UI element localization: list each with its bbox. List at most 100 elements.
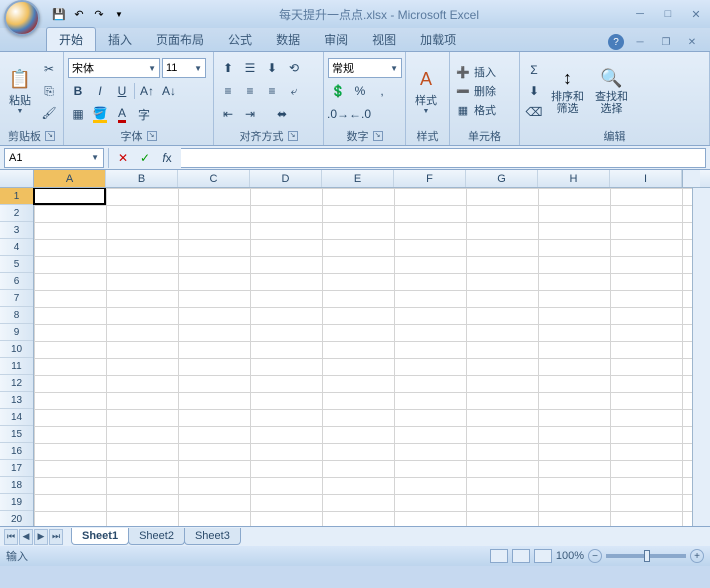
- close-button[interactable]: ✕: [686, 5, 706, 23]
- align-left-button[interactable]: ≡: [218, 81, 238, 101]
- shrink-font-button[interactable]: A↓: [159, 81, 179, 101]
- row-header[interactable]: 14: [0, 409, 33, 426]
- italic-button[interactable]: I: [90, 81, 110, 101]
- align-center-button[interactable]: ≡: [240, 81, 260, 101]
- font-name-combo[interactable]: 宋体▼: [68, 58, 160, 78]
- page-layout-view-button[interactable]: [512, 549, 530, 563]
- clear-button[interactable]: ⌫: [524, 102, 544, 122]
- tab-view[interactable]: 视图: [360, 28, 408, 51]
- page-break-view-button[interactable]: [534, 549, 552, 563]
- zoom-level[interactable]: 100%: [556, 550, 584, 562]
- copy-icon[interactable]: ⎘: [39, 81, 59, 101]
- sheet-nav-next[interactable]: ▶: [34, 529, 48, 545]
- format-painter-icon[interactable]: 🖌: [39, 103, 59, 123]
- paste-button[interactable]: 📋 粘贴 ▼: [4, 55, 36, 127]
- align-bottom-button[interactable]: ⬇: [262, 58, 282, 78]
- merge-center-button[interactable]: ⬌: [262, 104, 302, 124]
- row-header[interactable]: 8: [0, 307, 33, 324]
- row-header[interactable]: 13: [0, 392, 33, 409]
- align-top-button[interactable]: ⬆: [218, 58, 238, 78]
- tab-page-layout[interactable]: 页面布局: [144, 28, 216, 51]
- orientation-button[interactable]: ⟲: [284, 58, 304, 78]
- redo-icon[interactable]: ↷: [90, 5, 108, 23]
- cut-icon[interactable]: ✂: [39, 59, 59, 79]
- font-size-combo[interactable]: 11▼: [162, 58, 206, 78]
- sort-filter-button[interactable]: ↕ 排序和 筛选: [547, 55, 588, 127]
- zoom-out-button[interactable]: −: [588, 549, 602, 563]
- insert-function-button[interactable]: fx: [157, 148, 177, 168]
- sheet-tab[interactable]: Sheet3: [184, 528, 241, 545]
- tab-insert[interactable]: 插入: [96, 28, 144, 51]
- maximize-button[interactable]: □: [658, 5, 678, 23]
- row-header[interactable]: 6: [0, 273, 33, 290]
- row-header[interactable]: 15: [0, 426, 33, 443]
- increase-indent-button[interactable]: ⇥: [240, 104, 260, 124]
- column-header[interactable]: F: [394, 170, 466, 187]
- align-middle-button[interactable]: ☰: [240, 58, 260, 78]
- workbook-restore-button[interactable]: ❐: [656, 33, 676, 51]
- enter-formula-button[interactable]: ✓: [135, 148, 155, 168]
- select-all-button[interactable]: [0, 170, 34, 187]
- vertical-scrollbar[interactable]: [692, 188, 710, 526]
- minimize-button[interactable]: ─: [630, 5, 650, 23]
- underline-button[interactable]: U: [112, 81, 132, 101]
- save-icon[interactable]: 💾: [50, 5, 68, 23]
- sheet-nav-first[interactable]: ⏮: [4, 529, 18, 545]
- clipboard-launcher[interactable]: ↘: [45, 131, 55, 141]
- row-header[interactable]: 12: [0, 375, 33, 392]
- number-launcher[interactable]: ↘: [373, 131, 383, 141]
- row-header[interactable]: 16: [0, 443, 33, 460]
- row-header[interactable]: 5: [0, 256, 33, 273]
- tab-addins[interactable]: 加载项: [408, 28, 468, 51]
- sheet-nav-last[interactable]: ⏭: [49, 529, 63, 545]
- row-header[interactable]: 19: [0, 494, 33, 511]
- zoom-thumb[interactable]: [644, 550, 650, 562]
- delete-cells-button[interactable]: ➖删除: [454, 82, 498, 100]
- column-header[interactable]: I: [610, 170, 682, 187]
- zoom-slider[interactable]: [606, 554, 686, 558]
- zoom-in-button[interactable]: +: [690, 549, 704, 563]
- row-header[interactable]: 18: [0, 477, 33, 494]
- alignment-launcher[interactable]: ↘: [288, 131, 298, 141]
- format-cells-button[interactable]: ▦格式: [454, 101, 498, 119]
- bold-button[interactable]: B: [68, 81, 88, 101]
- align-right-button[interactable]: ≡: [262, 81, 282, 101]
- qat-dropdown-icon[interactable]: ▼: [110, 5, 128, 23]
- name-box[interactable]: A1▼: [4, 148, 104, 168]
- row-header[interactable]: 3: [0, 222, 33, 239]
- tab-formulas[interactable]: 公式: [216, 28, 264, 51]
- cancel-formula-button[interactable]: ✕: [113, 148, 133, 168]
- percent-button[interactable]: %: [350, 81, 370, 101]
- fill-button[interactable]: ⬇: [524, 81, 544, 101]
- office-button[interactable]: [4, 0, 40, 36]
- tab-data[interactable]: 数据: [264, 28, 312, 51]
- decrease-indent-button[interactable]: ⇤: [218, 104, 238, 124]
- border-button[interactable]: ▦: [68, 104, 88, 124]
- workbook-close-button[interactable]: ✕: [682, 33, 702, 51]
- column-header[interactable]: G: [466, 170, 538, 187]
- sheet-nav-prev[interactable]: ◀: [19, 529, 33, 545]
- tab-review[interactable]: 审阅: [312, 28, 360, 51]
- normal-view-button[interactable]: [490, 549, 508, 563]
- font-launcher[interactable]: ↘: [147, 131, 157, 141]
- row-header[interactable]: 1: [0, 188, 33, 205]
- insert-cells-button[interactable]: ➕插入: [454, 63, 498, 81]
- row-header[interactable]: 7: [0, 290, 33, 307]
- ribbon-minimize-button[interactable]: ─: [630, 33, 650, 51]
- row-header[interactable]: 11: [0, 358, 33, 375]
- sheet-tab[interactable]: Sheet2: [128, 528, 185, 545]
- comma-button[interactable]: ,: [372, 81, 392, 101]
- row-header[interactable]: 4: [0, 239, 33, 256]
- column-header[interactable]: A: [34, 170, 106, 187]
- find-select-button[interactable]: 🔍 查找和 选择: [591, 55, 632, 127]
- column-header[interactable]: E: [322, 170, 394, 187]
- font-color-button[interactable]: A: [112, 104, 132, 124]
- active-cell[interactable]: [33, 188, 106, 205]
- row-header[interactable]: 2: [0, 205, 33, 222]
- help-icon[interactable]: ?: [608, 34, 624, 50]
- sheet-tab[interactable]: Sheet1: [71, 528, 129, 545]
- column-header[interactable]: B: [106, 170, 178, 187]
- styles-button[interactable]: A 样式 ▼: [410, 55, 442, 127]
- column-header[interactable]: H: [538, 170, 610, 187]
- tab-home[interactable]: 开始: [46, 27, 96, 51]
